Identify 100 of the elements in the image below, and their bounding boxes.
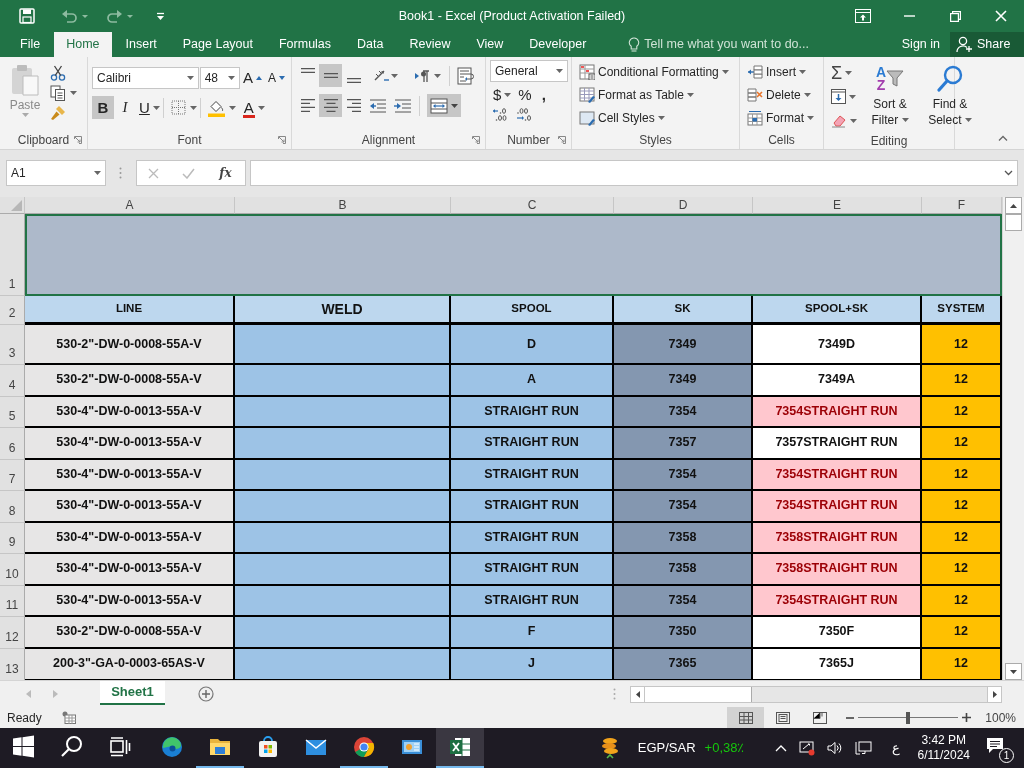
scroll-up-button[interactable] bbox=[1005, 197, 1022, 214]
ribbon-tab[interactable]: File bbox=[8, 32, 53, 57]
caret-icon[interactable] bbox=[152, 105, 160, 110]
ribbon-tab[interactable]: Formulas bbox=[266, 32, 344, 57]
currency-button[interactable]: $ bbox=[490, 83, 505, 106]
zoom-slider[interactable] bbox=[858, 710, 959, 725]
column-header[interactable]: C bbox=[451, 197, 614, 214]
font-name-field[interactable]: Calibri bbox=[92, 66, 199, 89]
shrink-font-button[interactable]: A bbox=[265, 66, 288, 89]
sign-in-link[interactable]: Sign in bbox=[891, 35, 950, 54]
grid-dot-icon[interactable] bbox=[61, 711, 76, 724]
caret-icon[interactable] bbox=[391, 73, 398, 78]
caret-icon[interactable] bbox=[228, 105, 236, 110]
comma-button[interactable]: , bbox=[538, 83, 549, 106]
ribbon-tab[interactable]: Data bbox=[345, 32, 396, 57]
column-header[interactable]: E bbox=[753, 197, 922, 214]
row-header[interactable]: 8 bbox=[0, 491, 25, 523]
ribbon-tab[interactable]: View bbox=[464, 32, 516, 57]
plus-circle-icon[interactable] bbox=[198, 686, 214, 702]
underline-button[interactable]: U bbox=[136, 96, 153, 119]
currency-pair[interactable]: EGP/SAR bbox=[637, 738, 696, 758]
triangle-right-icon[interactable] bbox=[992, 690, 997, 698]
name-box[interactable]: A1 bbox=[6, 160, 106, 186]
vertical-dots-icon[interactable] bbox=[119, 167, 122, 179]
percent-button[interactable]: % bbox=[515, 83, 535, 106]
number-format-field[interactable]: General bbox=[490, 60, 568, 82]
save-icon[interactable] bbox=[19, 8, 35, 24]
scrollbar-thumb[interactable] bbox=[645, 686, 752, 702]
row-header[interactable]: 7 bbox=[0, 459, 25, 491]
wrap-text-icon[interactable] bbox=[457, 66, 475, 85]
share-button[interactable]: Share bbox=[950, 32, 1024, 57]
caret-icon[interactable] bbox=[504, 92, 512, 97]
autosum-button[interactable]: Σ bbox=[828, 61, 860, 84]
grow-font-button[interactable]: A bbox=[239, 66, 265, 89]
paint-bucket-icon[interactable] bbox=[207, 98, 225, 117]
row-header[interactable]: 13 bbox=[0, 648, 25, 680]
row-header[interactable]: 4 bbox=[0, 365, 25, 397]
restore-icon[interactable] bbox=[949, 10, 961, 22]
row-header[interactable]: 5 bbox=[0, 396, 25, 428]
increase-indent-icon[interactable] bbox=[394, 98, 411, 113]
screen-alert-icon[interactable] bbox=[798, 740, 815, 756]
horizontal-scrollbar[interactable] bbox=[630, 685, 1002, 703]
ribbon-tab[interactable]: Review bbox=[397, 32, 463, 57]
styles-menu-button[interactable]: Conditional Formatting bbox=[576, 60, 736, 83]
find-select-button[interactable]: Find & Select bbox=[920, 61, 980, 129]
row-header[interactable]: 6 bbox=[0, 428, 25, 460]
vertical-align-button[interactable] bbox=[319, 64, 342, 87]
scrollbar-thumb[interactable] bbox=[1005, 214, 1022, 231]
bold-button[interactable]: B bbox=[92, 96, 114, 119]
clock-date[interactable]: 6/11/2024 bbox=[917, 748, 970, 763]
row-header[interactable]: 9 bbox=[0, 522, 25, 554]
corner-arrow-icon[interactable] bbox=[558, 135, 566, 144]
coin-stack-icon[interactable] bbox=[600, 737, 619, 759]
notification-icon[interactable] bbox=[986, 737, 1004, 755]
network-icon[interactable] bbox=[854, 741, 872, 755]
ribbon-tab[interactable]: Page Layout bbox=[170, 32, 265, 57]
close-icon[interactable] bbox=[995, 10, 1007, 22]
row-header[interactable]: 1 bbox=[0, 214, 25, 296]
speaker-icon[interactable] bbox=[826, 741, 843, 755]
copy-icon[interactable] bbox=[50, 85, 66, 101]
column-header[interactable]: F bbox=[922, 197, 1002, 214]
column-header[interactable]: A bbox=[25, 197, 235, 214]
clock-time[interactable]: 3:42 PM bbox=[917, 733, 970, 748]
row-header[interactable]: 10 bbox=[0, 554, 25, 586]
corner-arrow-icon[interactable] bbox=[278, 135, 286, 144]
row-header[interactable]: 12 bbox=[0, 617, 25, 649]
font-size-field[interactable]: 48 bbox=[199, 66, 240, 89]
horizontal-align-button[interactable] bbox=[319, 94, 342, 117]
formula-input[interactable] bbox=[250, 160, 1018, 186]
column-header[interactable]: D bbox=[614, 197, 753, 214]
column-header[interactable]: B bbox=[235, 197, 451, 214]
font-color-button[interactable]: A bbox=[239, 96, 258, 119]
insert-function-button[interactable]: fx bbox=[217, 164, 234, 182]
bar-caret-icon[interactable] bbox=[156, 11, 165, 21]
row-header[interactable]: 11 bbox=[0, 585, 25, 617]
cells-menu-button[interactable]: Delete bbox=[744, 83, 820, 106]
tell-me-field[interactable]: Tell me what you want to do... bbox=[644, 35, 835, 54]
taskbar-button[interactable] bbox=[436, 728, 484, 768]
merge-center-button[interactable] bbox=[427, 94, 461, 117]
corner-arrow-icon[interactable] bbox=[472, 135, 480, 144]
slider-thumb[interactable] bbox=[906, 711, 911, 724]
vertical-dots-icon[interactable] bbox=[613, 688, 616, 700]
sheet-tab[interactable]: Sheet1 bbox=[100, 681, 165, 705]
italic-button[interactable]: I bbox=[114, 96, 136, 119]
scroll-down-button[interactable] bbox=[1005, 663, 1022, 680]
styles-menu-button[interactable]: Format as Table bbox=[576, 83, 736, 106]
row-header[interactable]: 2 bbox=[0, 296, 25, 325]
decimal-arrow-icon[interactable] bbox=[516, 107, 532, 122]
scissors-icon[interactable] bbox=[50, 65, 66, 81]
caret-icon[interactable] bbox=[257, 105, 265, 110]
ribbon-tab[interactable]: Insert bbox=[113, 32, 169, 57]
styles-menu-button[interactable]: Cell Styles bbox=[576, 106, 736, 129]
row-header[interactable]: 3 bbox=[0, 325, 25, 365]
view-button[interactable] bbox=[727, 707, 765, 728]
caret-icon[interactable] bbox=[189, 105, 197, 110]
corner-arrow-icon[interactable] bbox=[74, 135, 82, 144]
notification-count[interactable]: 1 bbox=[999, 748, 1014, 763]
checkmark-icon[interactable] bbox=[181, 167, 195, 179]
input-language[interactable]: ع bbox=[891, 738, 900, 758]
triangle-left-icon[interactable] bbox=[635, 690, 640, 698]
